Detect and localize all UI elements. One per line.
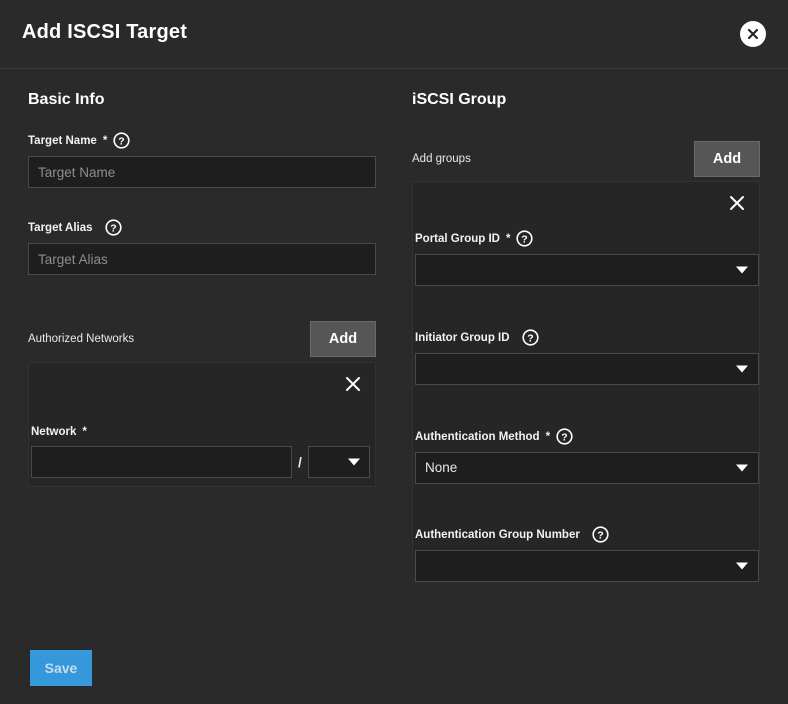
save-button[interactable]: Save <box>30 650 92 686</box>
add-iscsi-target-dialog: Add ISCSI Target Basic Info Target Name *… <box>0 0 788 704</box>
dialog-footer: Save <box>0 0 788 704</box>
